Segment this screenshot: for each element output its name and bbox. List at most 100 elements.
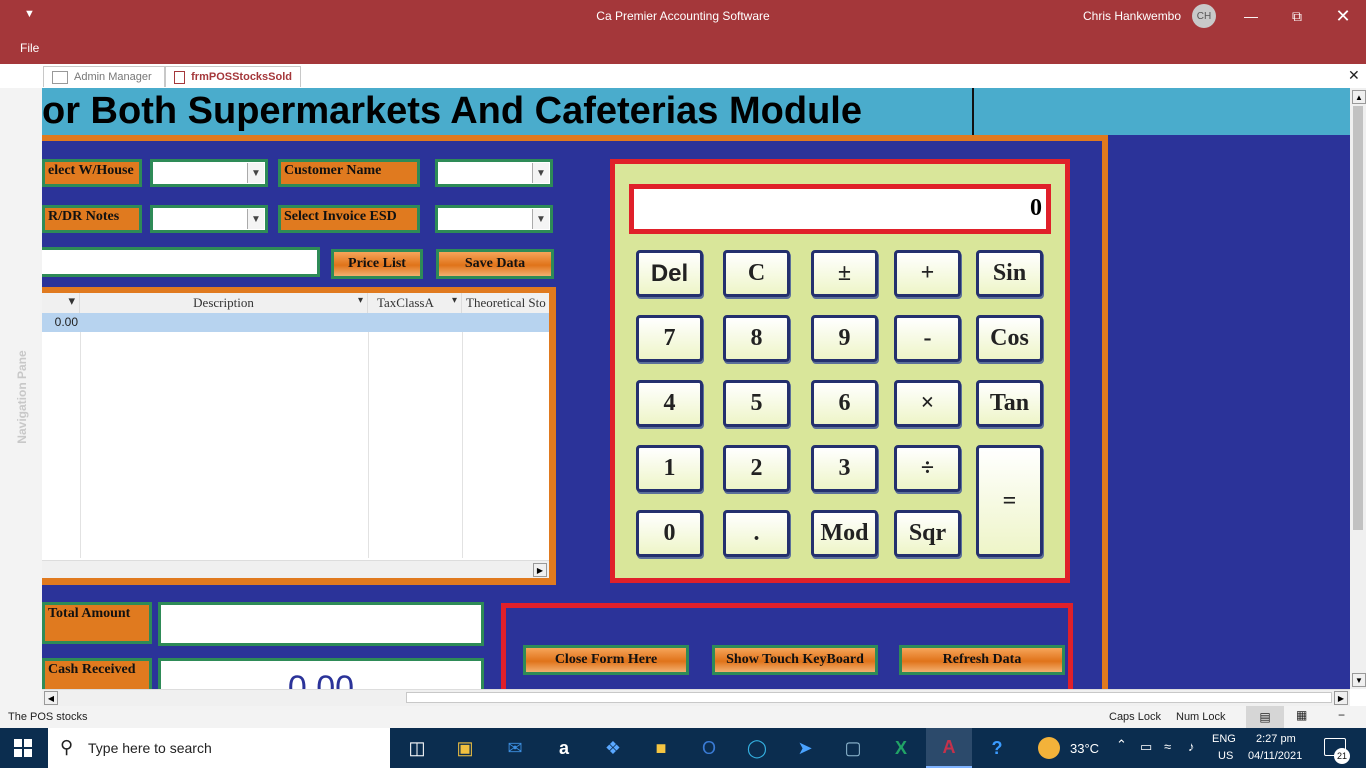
- excel-icon[interactable]: X: [878, 728, 924, 768]
- calc-key-9[interactable]: 9: [811, 315, 878, 362]
- grid-col-description[interactable]: Description ▾: [80, 293, 368, 313]
- show-touch-keyboard-button[interactable]: Show Touch KeyBoard: [712, 645, 878, 675]
- calc-key-cos[interactable]: Cos: [976, 315, 1043, 362]
- scroll-down-icon[interactable]: ▼: [1352, 673, 1366, 687]
- calc-key-clear[interactable]: C: [723, 250, 790, 297]
- table-row[interactable]: 0.00: [42, 313, 549, 332]
- tab-admin-manager[interactable]: Admin Manager: [43, 66, 165, 87]
- weather-icon[interactable]: [1038, 737, 1060, 759]
- cr-dr-notes-combo[interactable]: ▼: [150, 205, 268, 233]
- cash-received-field[interactable]: 0.00: [158, 658, 484, 689]
- form-view-icon[interactable]: ▤: [1246, 706, 1284, 728]
- calc-key-subtract[interactable]: -: [894, 315, 961, 362]
- dropbox-icon[interactable]: ❖: [590, 728, 636, 768]
- amazon-icon[interactable]: a: [541, 728, 587, 768]
- chevron-up-icon[interactable]: ⌃: [1116, 737, 1127, 753]
- help-icon[interactable]: ?: [974, 728, 1020, 768]
- clock-date[interactable]: 04/11/2021: [1248, 750, 1302, 762]
- grid-col-taxclass[interactable]: TaxClassA ▾: [368, 293, 462, 313]
- close-icon[interactable]: ✕: [1320, 0, 1366, 32]
- calc-key-del[interactable]: Del: [636, 250, 703, 297]
- access-icon[interactable]: A: [926, 728, 972, 768]
- power-automate-icon[interactable]: ➤: [782, 728, 828, 768]
- form-horizontal-scrollbar[interactable]: ◀ ▶: [42, 689, 1350, 706]
- calc-key-7[interactable]: 7: [636, 315, 703, 362]
- store-icon[interactable]: ▣: [442, 728, 488, 768]
- warehouse-combo[interactable]: ▼: [150, 159, 268, 187]
- windows-start-icon[interactable]: [14, 739, 32, 757]
- design-view-icon[interactable]: −: [1338, 708, 1345, 722]
- user-name[interactable]: Chris Hankwembo: [1083, 9, 1181, 23]
- scroll-left-icon[interactable]: ◀: [44, 691, 58, 705]
- form-vertical-scrollbar[interactable]: ▲ ▼: [1350, 88, 1366, 689]
- stock-datasheet[interactable]: ▾ Description ▾ TaxClassA ▾ Theoretical St…: [42, 293, 549, 578]
- calc-key-tan[interactable]: Tan: [976, 380, 1043, 427]
- scroll-right-icon[interactable]: ▶: [533, 563, 547, 577]
- refresh-data-button[interactable]: Refresh Data: [899, 645, 1065, 675]
- grid-hscrollbar[interactable]: ▶: [42, 560, 549, 578]
- table-cell[interactable]: 0.00: [42, 315, 78, 329]
- language-indicator[interactable]: ENG: [1212, 733, 1236, 745]
- notepad-icon[interactable]: ▢: [830, 728, 876, 768]
- calc-key-decimal[interactable]: .: [723, 510, 790, 557]
- mail-icon[interactable]: ✉: [492, 728, 538, 768]
- calc-key-divide[interactable]: ÷: [894, 445, 961, 492]
- calc-key-5[interactable]: 5: [723, 380, 790, 427]
- calc-key-4[interactable]: 4: [636, 380, 703, 427]
- calc-key-sqr[interactable]: Sqr: [894, 510, 961, 557]
- taskbar-search-box[interactable]: ⚲ Type here to search: [48, 728, 390, 768]
- datasheet-view-icon[interactable]: ▦: [1296, 708, 1307, 722]
- navigation-pane-label[interactable]: Navigation Pane: [15, 337, 29, 457]
- task-view-icon[interactable]: ◫: [394, 728, 440, 768]
- horizontal-scroll-thumb[interactable]: [406, 692, 1332, 703]
- close-form-button[interactable]: Close Form Here: [523, 645, 689, 675]
- minimize-icon[interactable]: —: [1228, 0, 1274, 32]
- chevron-down-icon[interactable]: ▼: [532, 209, 549, 229]
- scroll-right-icon[interactable]: ▶: [1334, 691, 1348, 705]
- total-amount-field[interactable]: [158, 602, 484, 646]
- grid-col-theoretical-stock[interactable]: Theoretical Sto: [462, 293, 549, 313]
- search-input[interactable]: Type here to search: [88, 740, 212, 756]
- file-menu[interactable]: File: [20, 41, 39, 55]
- calc-key-plus-minus[interactable]: ±: [811, 250, 878, 297]
- calc-key-0[interactable]: 0: [636, 510, 703, 557]
- chevron-down-icon[interactable]: ▼: [247, 163, 264, 183]
- scroll-up-icon[interactable]: ▲: [1352, 90, 1366, 104]
- calc-key-sin[interactable]: Sin: [976, 250, 1043, 297]
- calc-key-add[interactable]: +: [894, 250, 961, 297]
- tab-frmposstockssold[interactable]: frmPOSStocksSold: [165, 66, 301, 87]
- calc-key-mod[interactable]: Mod: [811, 510, 878, 557]
- clock-time[interactable]: 2:27 pm: [1256, 733, 1296, 745]
- calc-key-multiply[interactable]: ×: [894, 380, 961, 427]
- calc-key-2[interactable]: 2: [723, 445, 790, 492]
- customer-name-combo[interactable]: ▼: [435, 159, 553, 187]
- restore-icon[interactable]: ⧉: [1274, 0, 1320, 32]
- calc-key-1[interactable]: 1: [636, 445, 703, 492]
- vertical-scroll-thumb[interactable]: [1353, 106, 1363, 530]
- invoice-esd-combo[interactable]: ▼: [435, 205, 553, 233]
- price-list-button[interactable]: Price List: [331, 249, 423, 279]
- calc-key-6[interactable]: 6: [811, 380, 878, 427]
- wifi-icon[interactable]: ≈: [1164, 739, 1171, 754]
- grid-col-amount[interactable]: ▾: [42, 293, 80, 313]
- select-invoice-esd-label: Select Invoice ESD: [278, 205, 420, 233]
- avatar[interactable]: CH: [1192, 4, 1216, 28]
- volume-icon[interactable]: ♪: [1188, 739, 1195, 754]
- chevron-down-icon[interactable]: ▼: [532, 163, 549, 183]
- outlook-icon[interactable]: O: [686, 728, 732, 768]
- chevron-down-icon[interactable]: ▼: [247, 209, 264, 229]
- sort-arrow-icon[interactable]: ▾: [358, 295, 363, 306]
- battery-icon[interactable]: ▭: [1140, 739, 1152, 755]
- close-tab-icon[interactable]: ✕: [1348, 67, 1360, 84]
- save-data-button[interactable]: Save Data: [436, 249, 554, 279]
- calc-key-equals[interactable]: =: [976, 445, 1043, 557]
- title-bar: ▼ Ca Premier Accounting Software Chris H…: [0, 0, 1366, 64]
- temperature[interactable]: 33°C: [1070, 741, 1099, 756]
- calc-key-3[interactable]: 3: [811, 445, 878, 492]
- sort-arrow-icon[interactable]: ▾: [452, 295, 457, 306]
- edge-icon[interactable]: ◯: [734, 728, 780, 768]
- region-indicator[interactable]: US: [1218, 750, 1233, 762]
- search-input[interactable]: [42, 247, 320, 277]
- file-explorer-icon[interactable]: ■: [638, 728, 684, 768]
- calc-key-8[interactable]: 8: [723, 315, 790, 362]
